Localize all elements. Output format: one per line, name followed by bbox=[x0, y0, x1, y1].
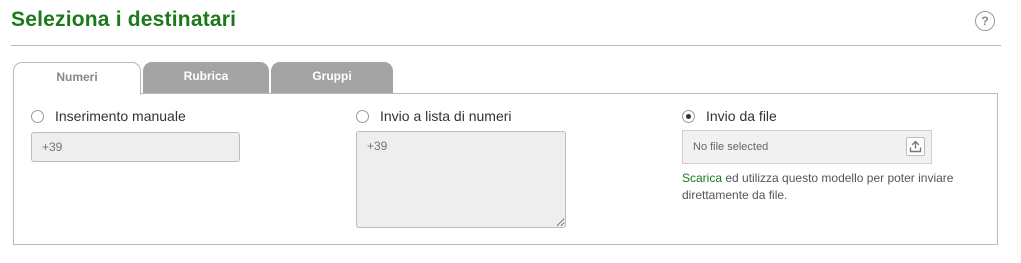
file-status: No file selected bbox=[693, 141, 769, 153]
tab-rubrica[interactable]: Rubrica bbox=[143, 62, 269, 94]
radio-row-list[interactable]: Invio a lista di numeri bbox=[356, 108, 566, 124]
tab-gruppi[interactable]: Gruppi bbox=[271, 62, 393, 94]
option-file: Invio da file No file selected Scarica e… bbox=[682, 108, 972, 204]
tab-panel-numeri: Inserimento manuale Invio a lista di num… bbox=[13, 93, 998, 245]
radio-label-file: Invio da file bbox=[706, 108, 777, 124]
file-picker[interactable]: No file selected bbox=[682, 130, 932, 164]
radio-label-list: Invio a lista di numeri bbox=[380, 108, 512, 124]
radio-list[interactable] bbox=[356, 109, 369, 123]
upload-icon[interactable] bbox=[906, 137, 925, 156]
radio-file[interactable] bbox=[682, 109, 695, 123]
radio-row-file[interactable]: Invio da file bbox=[682, 108, 972, 124]
download-template-link[interactable]: Scarica bbox=[682, 171, 722, 185]
number-list-textarea[interactable] bbox=[356, 131, 566, 228]
tab-numeri[interactable]: Numeri bbox=[13, 62, 141, 95]
help-icon[interactable]: ? bbox=[975, 11, 995, 31]
manual-number-input[interactable] bbox=[31, 132, 240, 162]
page-title: Seleziona i destinatari bbox=[11, 8, 237, 31]
file-hint: Scarica ed utilizza questo modello per p… bbox=[682, 170, 972, 204]
option-manual: Inserimento manuale bbox=[31, 108, 240, 162]
radio-row-manual[interactable]: Inserimento manuale bbox=[31, 108, 240, 124]
option-list: Invio a lista di numeri bbox=[356, 108, 566, 228]
file-hint-text: ed utilizza questo modello per poter inv… bbox=[682, 171, 954, 202]
title-divider bbox=[11, 45, 1001, 46]
radio-manual[interactable] bbox=[31, 109, 44, 123]
radio-label-manual: Inserimento manuale bbox=[55, 108, 186, 124]
